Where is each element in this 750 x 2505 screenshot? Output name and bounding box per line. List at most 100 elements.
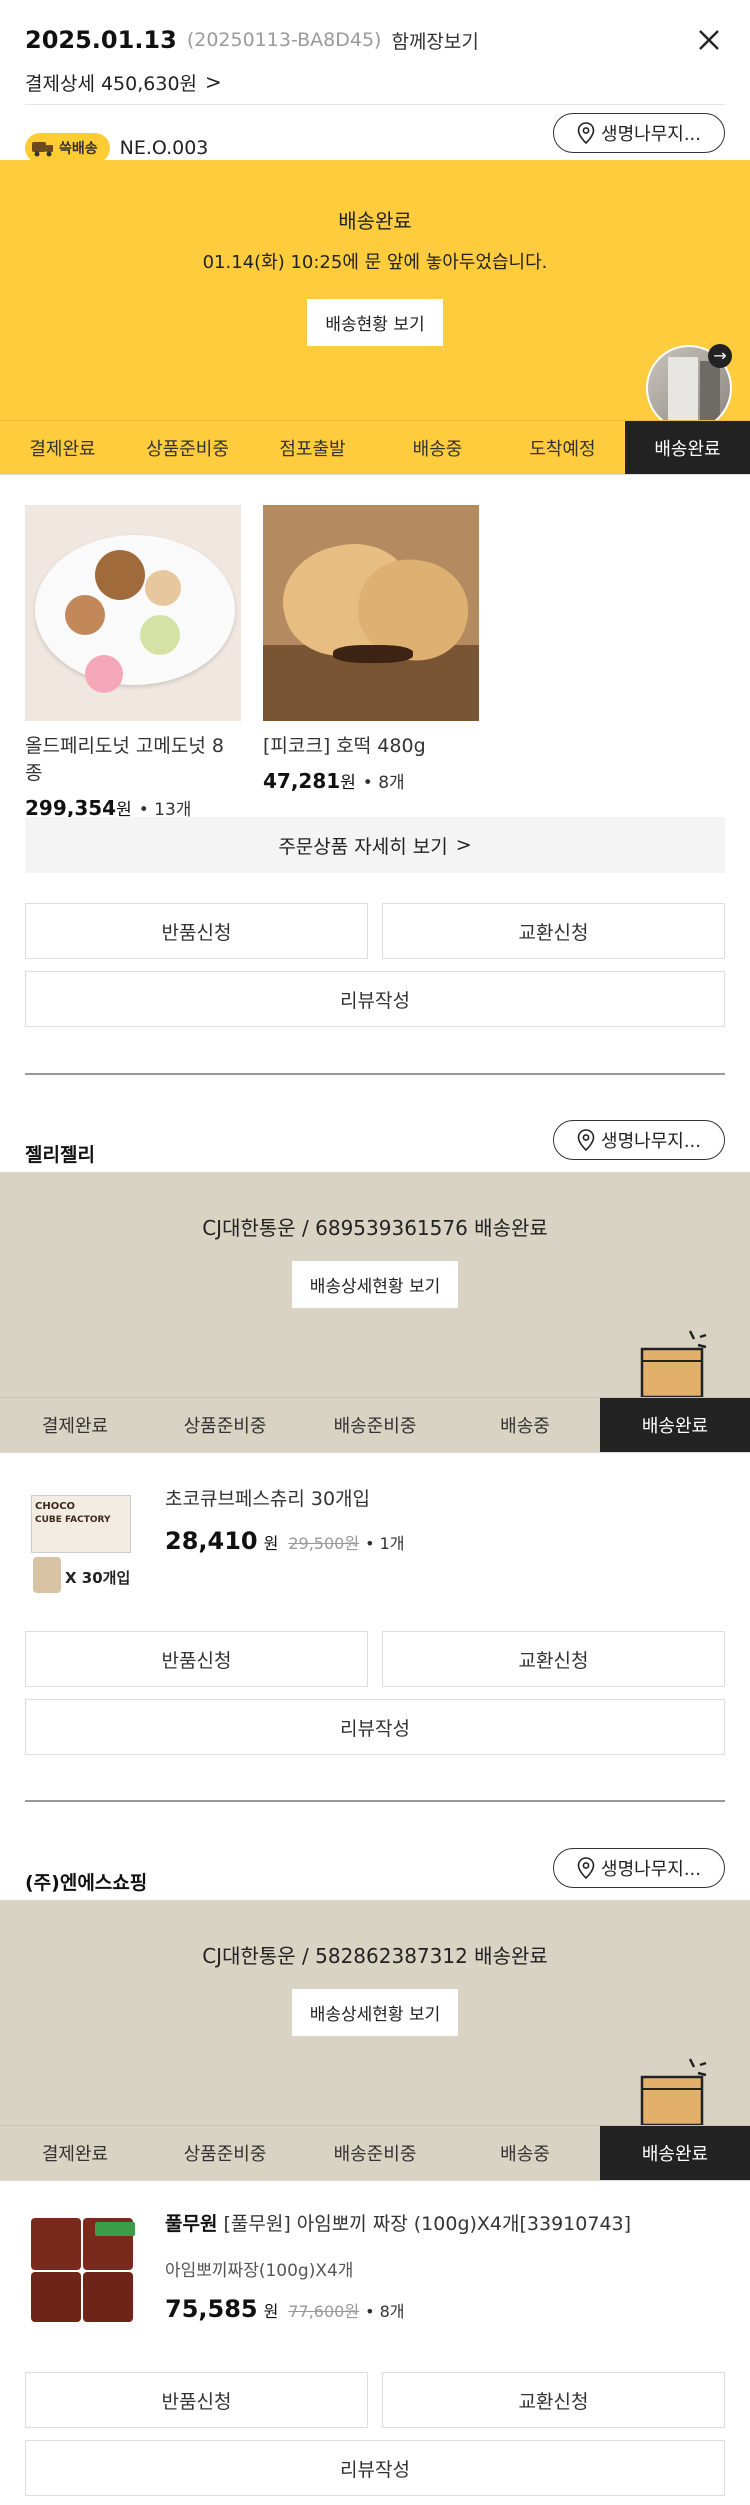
delivery-steps: 결제완료 상품준비중 점포출발 배송중 도착예정 배송완료 [0, 420, 750, 475]
chevron-right-icon: > [205, 70, 222, 94]
step-delivered: 배송완료 [600, 2126, 750, 2180]
product-grid: 올드페리도넛 고메도넛 8종 299,354원 • 13개 [피코크] 호떡 4… [25, 505, 479, 820]
order-item[interactable]: 풀무원 [풀무원] 아임뽀끼 짜장 (100g)X4개[33910743] 아임… [25, 2210, 725, 2326]
choco-cube-thumbnail: CHOCO CUBE FACTORY X 30개입 [25, 1485, 141, 1601]
payment-detail-link[interactable]: 결제상세 450,630원 > [25, 60, 725, 104]
price-value: 47,281 [263, 769, 341, 793]
item-brand: 풀무원 [165, 2213, 218, 2235]
step-in-delivery: 배송중 [500, 1416, 550, 1437]
step-payment-complete: 결제완료 [29, 438, 96, 460]
item-info: 풀무원 [풀무원] 아임뽀끼 짜장 (100g)X4개[33910743] 아임… [165, 2210, 631, 2326]
product-name: [피코크] 호떡 480g [263, 735, 426, 757]
item-name: 초코큐브페스츄리 30개입 [165, 1488, 371, 1510]
address-button[interactable]: 생명나무지... [553, 1120, 725, 1160]
address-button[interactable]: 생명나무지... [553, 113, 725, 153]
seller-row: 젤리젤리 생명나무지... [25, 1120, 725, 1167]
shipping-status-title: CJ대한통운 / 689539361576 배송완료 [202, 1216, 548, 1240]
product-card[interactable]: [피코크] 호떡 480g 47,281원 • 8개 [263, 505, 479, 820]
item-title: [풀무원] 아임뽀끼 짜장 (100g)X4개[33910743] [223, 2213, 632, 2235]
step-ready-to-ship: 배송준비중 [333, 2144, 417, 2165]
quantity: • 1개 [365, 1534, 405, 1553]
store-code: NE.O.003 [119, 137, 209, 159]
step-in-delivery: 배송중 [412, 438, 463, 460]
delivery-status-button[interactable]: 배송현황 보기 [307, 299, 443, 346]
donut-image [25, 505, 241, 721]
step-delivered: 배송완료 [600, 1398, 750, 1452]
delivery-steps: 결제완료 상품준비중 배송준비중 배송중 배송완료 [0, 1397, 750, 1453]
ssg-delivery-badge: 쓱배송 [25, 133, 110, 163]
address-label: 생명나무지... [601, 124, 701, 145]
shop-together-link[interactable]: 함께장보기 [391, 27, 478, 54]
quantity: • 8개 [362, 773, 405, 793]
original-price: 29,500원 [288, 1534, 360, 1553]
review-button[interactable]: 리뷰작성 [25, 971, 725, 1027]
location-pin-icon [577, 1857, 595, 1879]
order-date: 2025.01.13 [25, 26, 177, 54]
product-price: 47,281원 • 8개 [263, 768, 479, 793]
order-items-detail-button[interactable]: 주문상품 자세히 보기 > [25, 817, 725, 873]
order-code: (20250113-BA8D45) [186, 29, 382, 51]
action-row: 반품신청 교환신청 [25, 2372, 725, 2428]
location-pin-icon [577, 122, 595, 144]
shipping-detail-button[interactable]: 배송상세현황 보기 [291, 1989, 459, 2036]
return-button[interactable]: 반품신청 [25, 903, 368, 959]
price-value: 28,410 [165, 1527, 258, 1555]
store-row: 쓱배송 NE.O.003 생명나무지... [25, 113, 725, 163]
shipping-status-banner: CJ대한통운 / 689539361576 배송완료 배송상세현황 보기 [0, 1172, 750, 1397]
delivery-truck-icon [32, 142, 53, 157]
step-payment-complete: 결제완료 [41, 1416, 109, 1437]
step-preparing: 상품준비중 [183, 1416, 267, 1437]
badge-label: 쓱배송 [59, 141, 98, 157]
close-icon[interactable] [693, 24, 725, 56]
review-button[interactable]: 리뷰작성 [25, 1699, 725, 1755]
item-option: 아임뽀끼짜장(100g)X4개 [165, 2261, 354, 2281]
exchange-button[interactable]: 교환신청 [382, 903, 725, 959]
shipping-detail-button[interactable]: 배송상세현황 보기 [291, 1261, 459, 1308]
action-row: 반품신청 교환신청 [25, 1631, 725, 1687]
return-button[interactable]: 반품신청 [25, 1631, 368, 1687]
thumb-brand-sub: CUBE FACTORY [35, 1515, 111, 1525]
won-unit: 원 [263, 1534, 279, 1553]
exchange-button[interactable]: 교환신청 [382, 2372, 725, 2428]
shipping-status-title: CJ대한통운 / 582862387312 배송완료 [202, 1944, 548, 1968]
action-row: 반품신청 교환신청 [25, 903, 725, 959]
step-preparing: 상품준비중 [183, 2144, 267, 2165]
item-price: 28,410 원 29,500원 • 1개 [165, 1527, 405, 1555]
address-label: 생명나무지... [601, 1859, 701, 1880]
item-info: 초코큐브페스츄리 30개입 28,410 원 29,500원 • 1개 [165, 1485, 405, 1601]
step-store-departure: 점포출발 [279, 438, 346, 460]
location-pin-icon [577, 1129, 595, 1151]
order-item[interactable]: CHOCO CUBE FACTORY X 30개입 초코큐브페스츄리 30개입 … [25, 1485, 725, 1601]
address-label: 생명나무지... [601, 1131, 701, 1152]
item-price: 75,585 원 77,600원 • 8개 [165, 2295, 631, 2323]
step-payment-complete: 결제완료 [41, 2144, 109, 2165]
seller-name: 젤리젤리 [25, 1144, 95, 1166]
won-unit: 원 [340, 773, 356, 793]
order-detail-page: 2025.01.13 (20250113-BA8D45) 함께장보기 결제상세 … [0, 0, 750, 2505]
address-button[interactable]: 생명나무지... [553, 1848, 725, 1888]
box-icon [640, 2058, 707, 2125]
return-button[interactable]: 반품신청 [25, 2372, 368, 2428]
status-title: 배송완료 [338, 209, 412, 233]
review-button[interactable]: 리뷰작성 [25, 2440, 725, 2496]
chevron-right-icon: > [455, 834, 472, 856]
status-subtitle: 01.14(화) 10:25에 문 앞에 놓아두었습니다. [202, 252, 548, 273]
exchange-button[interactable]: 교환신청 [382, 1631, 725, 1687]
delivery-status-banner: 배송완료 01.14(화) 10:25에 문 앞에 놓아두었습니다. 배송현황 … [0, 160, 750, 431]
thumb-count: X 30개입 [65, 1569, 131, 1587]
payment-detail-label: 결제상세 450,630원 [25, 72, 198, 95]
seller-row: (주)엔에스쇼핑 생명나무지... [25, 1848, 725, 1895]
step-delivered: 배송완료 [625, 421, 750, 474]
divider [25, 104, 725, 105]
product-name: 올드페리도넛 고메도넛 8종 [25, 735, 224, 784]
step-preparing: 상품준비중 [146, 438, 229, 460]
step-in-delivery: 배송중 [500, 2144, 550, 2165]
won-unit: 원 [263, 2302, 279, 2321]
step-arrival-expected: 도착예정 [529, 438, 596, 460]
section-divider [25, 1073, 725, 1075]
arrow-right-icon: → [708, 344, 732, 368]
product-card[interactable]: 올드페리도넛 고메도넛 8종 299,354원 • 13개 [25, 505, 241, 820]
thumb-brand: CHOCO [35, 1501, 76, 1512]
original-price: 77,600원 [288, 2302, 360, 2321]
box-icon [640, 1330, 707, 1397]
